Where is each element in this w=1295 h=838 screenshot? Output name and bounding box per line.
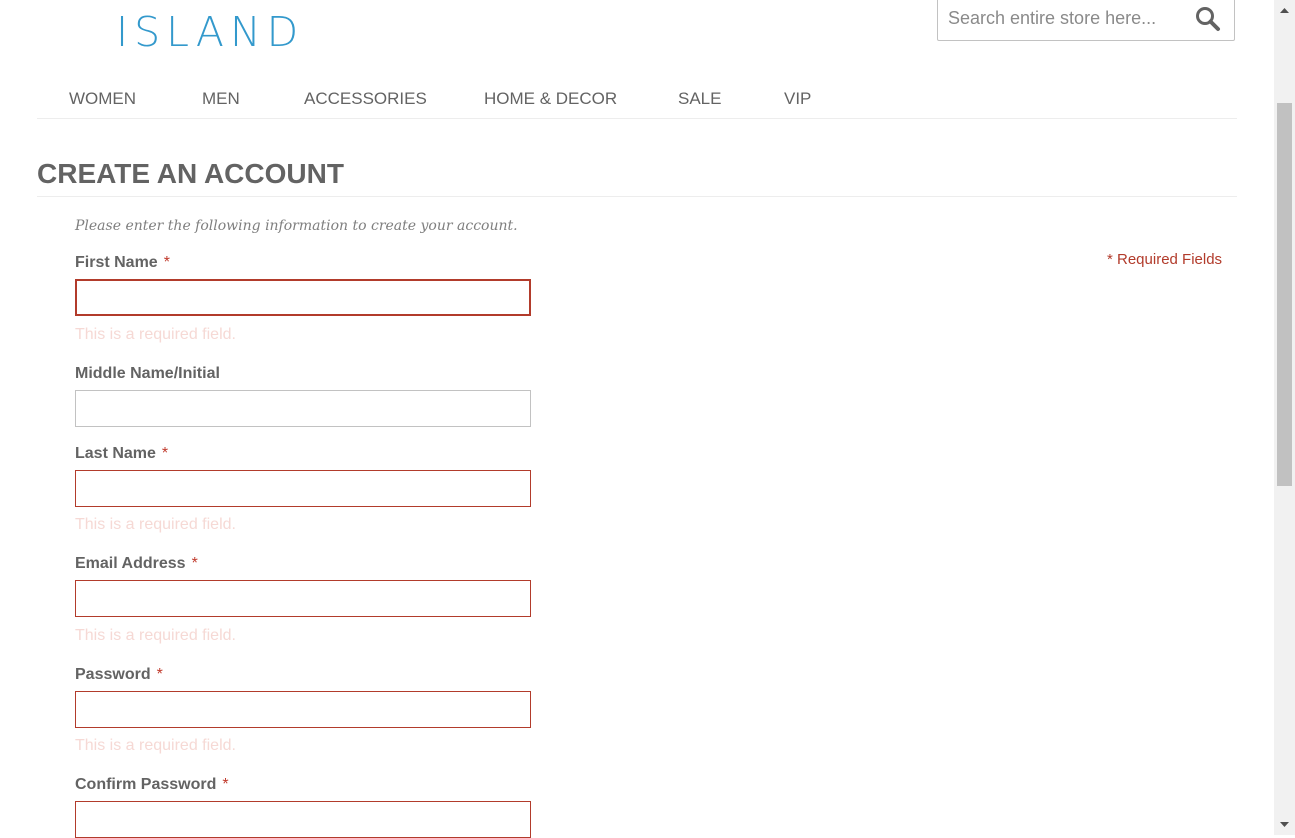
nav-item-accessories[interactable]: ACCESSORIES: [304, 89, 427, 109]
search-icon[interactable]: [1194, 5, 1222, 33]
required-fields-note: * Required Fields: [1107, 251, 1223, 268]
form-intro-text: Please enter the following information t…: [75, 218, 518, 234]
page-title: CREATE AN ACCOUNT: [37, 158, 344, 189]
nav-item-men[interactable]: MEN: [202, 89, 240, 109]
email-error: This is a required field.: [75, 627, 236, 644]
title-divider: [37, 196, 1237, 197]
nav-item-home-decor[interactable]: HOME & DECOR: [484, 89, 617, 109]
main-navigation: WOMEN MEN ACCESSORIES HOME & DECOR SALE …: [37, 79, 1237, 119]
search-input[interactable]: [938, 0, 1188, 40]
last-name-label: Last Name *: [75, 444, 168, 464]
first-name-input[interactable]: [75, 279, 531, 316]
nav-item-vip[interactable]: VIP: [784, 89, 811, 109]
scroll-up-arrow-icon[interactable]: [1274, 2, 1295, 19]
password-input[interactable]: [75, 691, 531, 728]
last-name-input[interactable]: [75, 470, 531, 507]
nav-item-women[interactable]: WOMEN: [69, 89, 136, 109]
search-box: [937, 0, 1235, 41]
middle-name-label: Middle Name/Initial: [75, 364, 220, 384]
page-scrollbar[interactable]: [1274, 0, 1295, 835]
required-star: *: [156, 666, 163, 683]
email-input[interactable]: [75, 580, 531, 617]
first-name-error: This is a required field.: [75, 326, 236, 343]
password-label-text: Password: [75, 666, 151, 683]
scroll-down-arrow-icon[interactable]: [1274, 816, 1295, 833]
middle-name-input[interactable]: [75, 390, 531, 427]
confirm-password-input[interactable]: [75, 801, 531, 838]
required-star: *: [163, 254, 170, 271]
store-logo[interactable]: ISLAND: [116, 8, 304, 56]
confirm-password-label: Confirm Password *: [75, 775, 229, 795]
password-label: Password *: [75, 665, 163, 685]
first-name-label-text: First Name: [75, 254, 158, 271]
email-label: Email Address *: [75, 554, 198, 574]
required-star: *: [222, 776, 229, 793]
scrollbar-thumb[interactable]: [1277, 103, 1292, 486]
first-name-label: First Name *: [75, 253, 170, 273]
password-error: This is a required field.: [75, 737, 236, 754]
last-name-label-text: Last Name: [75, 445, 156, 462]
required-star: *: [161, 445, 169, 462]
confirm-password-label-text: Confirm Password: [75, 776, 217, 793]
middle-name-label-text: Middle Name/Initial: [75, 365, 220, 382]
email-label-text: Email Address: [75, 555, 186, 572]
required-star: *: [191, 555, 198, 572]
nav-item-sale[interactable]: SALE: [678, 89, 721, 109]
last-name-error: This is a required field.: [75, 516, 236, 533]
